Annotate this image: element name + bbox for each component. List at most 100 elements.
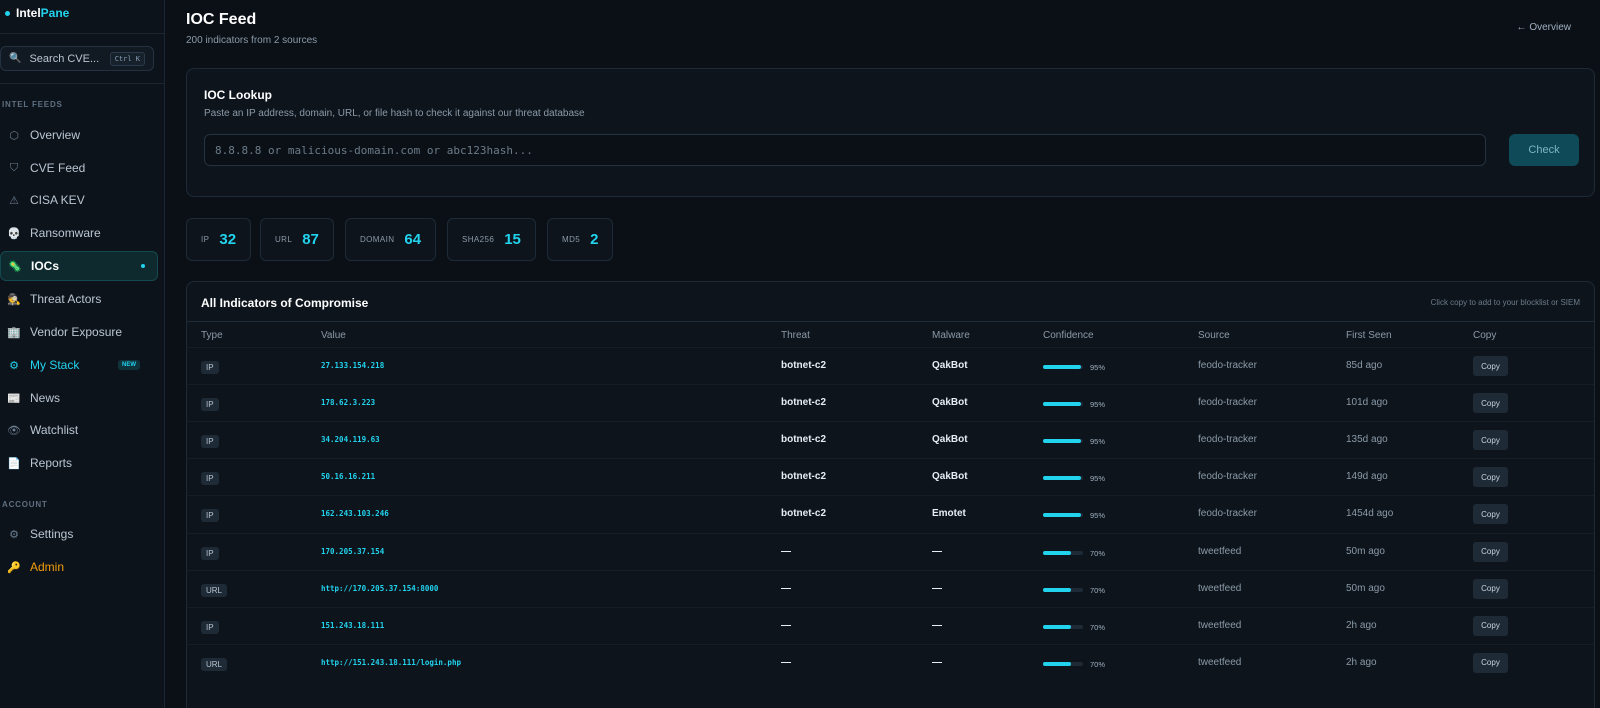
sidebar-item-vendor-exposure[interactable]: 🏢 Vendor Exposure: [0, 317, 158, 347]
gear-icon: ⚙: [9, 528, 19, 541]
building-icon: 🏢: [7, 326, 21, 339]
table-title: All Indicators of Compromise: [201, 296, 369, 310]
confidence-bar: [1043, 513, 1083, 518]
ioc-lookup-card: IOC Lookup Paste an IP address, domain, …: [186, 68, 1595, 197]
sidebar-item-settings[interactable]: ⚙ Settings: [0, 519, 158, 549]
malware-value: QakBot: [932, 471, 968, 483]
warning-icon: ⚠: [9, 194, 19, 207]
table-row: IP 178.62.3.223 botnet-c2 QakBot 95% feodo-tr…: [187, 384, 1594, 422]
column-header-source: Source: [1198, 330, 1230, 341]
lookup-title: IOC Lookup: [204, 88, 272, 102]
source-value: feodo-tracker: [1198, 434, 1257, 446]
sidebar-item-cve-feed[interactable]: ⛉ CVE Feed: [0, 153, 158, 183]
stat-value: 2: [590, 231, 599, 248]
search-button[interactable]: 🔍 Search CVE... Ctrl K: [0, 46, 154, 71]
sidebar-item-label: Vendor Exposure: [30, 325, 123, 339]
type-badge: IP: [201, 509, 219, 523]
confidence-bar: [1043, 587, 1083, 592]
table-row: IP 162.243.103.246 botnet-c2 Emotet 95% feodo…: [187, 495, 1594, 533]
table-row: IP 50.16.16.211 botnet-c2 QakBot 95% feodo-tr…: [187, 458, 1594, 496]
ioc-lookup-input[interactable]: [204, 134, 1486, 166]
confidence-value: 70%: [1090, 585, 1106, 595]
sidebar-item-iocs[interactable]: 🦠 IOCs: [0, 251, 158, 281]
confidence-bar-fill: [1043, 587, 1071, 592]
sidebar-item-admin[interactable]: 🔑 Admin: [0, 552, 158, 582]
brand-logo[interactable]: IntelPane: [5, 6, 69, 20]
malware-value: —: [932, 619, 942, 631]
confidence-bar-fill: [1043, 624, 1071, 629]
source-value: feodo-tracker: [1198, 508, 1257, 520]
sidebar-item-label: News: [30, 391, 61, 405]
first-seen-value: 2h ago: [1346, 619, 1377, 631]
copy-button[interactable]: Copy: [1473, 393, 1508, 414]
confidence-bar-fill: [1043, 439, 1081, 444]
stat-value: 32: [219, 231, 237, 248]
stat-label: DOMAIN: [360, 235, 395, 244]
stat-ip: IP 32: [186, 218, 252, 261]
threat-value: —: [781, 545, 791, 557]
threat-value: botnet-c2: [781, 508, 826, 520]
sidebar-item-cisa-kev[interactable]: ⚠ CISA KEV: [0, 185, 158, 215]
confidence-bar-fill: [1043, 365, 1081, 369]
first-seen-value: 101d ago: [1346, 397, 1388, 409]
copy-button[interactable]: Copy: [1473, 541, 1508, 562]
copy-button[interactable]: Copy: [1473, 467, 1508, 488]
copy-button[interactable]: Copy: [1473, 578, 1508, 599]
type-badge: URL: [201, 657, 228, 671]
sidebar-item-reports[interactable]: 📄 Reports: [0, 448, 158, 478]
sidebar-item-label: Ransomware: [30, 226, 101, 240]
sidebar: IntelPane 🔍 Search CVE... Ctrl K INTEL F…: [0, 0, 165, 708]
sidebar-item-label: Settings: [30, 527, 74, 541]
copy-button[interactable]: Copy: [1473, 430, 1508, 451]
source-value: feodo-tracker: [1198, 471, 1257, 483]
column-header-threat: Threat: [781, 330, 810, 341]
copy-button[interactable]: Copy: [1473, 615, 1508, 636]
ioc-table-card: All Indicators of Compromise Click copy …: [186, 281, 1595, 708]
first-seen-value: 50m ago: [1346, 582, 1385, 594]
sidebar-divider: [0, 33, 165, 34]
sidebar-item-overview[interactable]: ⬡ Overview: [0, 120, 158, 150]
stat-label: SHA256: [462, 235, 495, 244]
stat-url: URL 87: [260, 218, 334, 261]
threat-value: —: [781, 656, 791, 668]
skull-icon: 💀: [7, 227, 21, 240]
table-row: URL http://151.243.18.111/login.php — — 70% t…: [187, 643, 1594, 682]
spy-icon: 🕵: [7, 293, 21, 306]
active-indicator-dot: [141, 264, 145, 268]
confidence-bar: [1043, 661, 1083, 666]
brand-name-accent: Pane: [40, 6, 70, 20]
type-badge: IP: [201, 398, 219, 412]
confidence-bar-fill: [1043, 661, 1071, 666]
sidebar-item-my-stack[interactable]: ⚙ My Stack NEW: [0, 350, 158, 380]
copy-button[interactable]: Copy: [1473, 652, 1508, 673]
copy-button[interactable]: Copy: [1473, 504, 1508, 525]
copy-button[interactable]: Copy: [1473, 356, 1508, 376]
column-header-first-seen: First Seen: [1346, 330, 1392, 341]
page-subtitle: 200 indicators from 2 sources: [186, 35, 318, 46]
threat-value: botnet-c2: [781, 471, 826, 483]
stat-value: 87: [302, 231, 319, 248]
sidebar-item-ransomware[interactable]: 💀 Ransomware: [0, 218, 158, 248]
confidence-bar-fill: [1043, 550, 1071, 555]
search-icon: 🔍: [9, 53, 22, 64]
confidence-bar: [1043, 550, 1083, 555]
lookup-description: Paste an IP address, domain, URL, or fil…: [204, 108, 585, 119]
threat-value: —: [781, 582, 791, 594]
stat-label: MD5: [562, 235, 581, 244]
sidebar-item-news[interactable]: 📰 News: [0, 383, 158, 413]
sidebar-item-label: IOCs: [31, 259, 60, 273]
bug-icon: 🦠: [8, 260, 22, 273]
sidebar-item-watchlist[interactable]: 👁 Watchlist: [0, 415, 158, 445]
first-seen-value: 2h ago: [1346, 656, 1377, 668]
document-icon: 📄: [7, 457, 21, 470]
overview-back-link[interactable]: ← Overview: [1517, 22, 1571, 33]
sidebar-item-threat-actors[interactable]: 🕵 Threat Actors: [0, 284, 158, 314]
brand-dot-icon: [5, 10, 10, 16]
malware-value: QakBot: [932, 360, 968, 371]
check-button[interactable]: Check: [1509, 134, 1579, 166]
confidence-value: 70%: [1090, 548, 1106, 558]
confidence-bar: [1043, 402, 1083, 407]
first-seen-value: 50m ago: [1346, 545, 1385, 557]
table-row: IP 34.204.119.63 botnet-c2 QakBot 95% feodo-t…: [187, 421, 1594, 459]
stat-sha256: SHA256 15: [447, 218, 536, 261]
